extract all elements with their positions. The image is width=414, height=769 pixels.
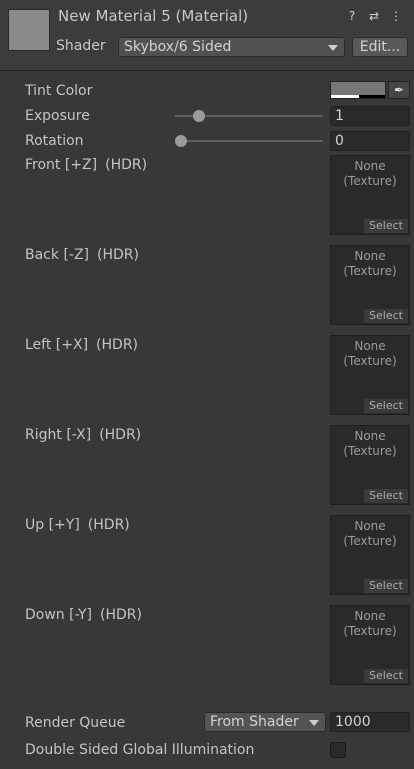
- shader-dropdown[interactable]: Skybox/6 Sided: [118, 37, 345, 57]
- chevron-down-icon: [309, 720, 319, 726]
- texture-name: Front [+Z]: [25, 157, 98, 173]
- double-sided-gi-label: Double Sided Global Illumination: [25, 742, 255, 758]
- tint-alpha-bar-black: [359, 95, 385, 98]
- material-header: New Material 5 (Material) ? ⇄ ⋮ Shader S…: [0, 0, 414, 71]
- texture-slot-front[interactable]: None (Texture) Select: [330, 155, 410, 235]
- texture-name: Down [-Y]: [25, 607, 92, 623]
- texture-name: Back [-Z]: [25, 247, 90, 263]
- texture-slot-down[interactable]: None (Texture) Select: [330, 605, 410, 685]
- texture-slot-right[interactable]: None (Texture) Select: [330, 425, 410, 505]
- texture-none-text: None (Texture): [343, 429, 397, 458]
- texture-label-left: Left [+X] (HDR): [25, 337, 138, 353]
- render-queue-label: Render Queue: [25, 715, 126, 731]
- preset-icon[interactable]: ⇄: [368, 9, 380, 23]
- tint-color-label: Tint Color: [25, 83, 93, 99]
- texture-select-button[interactable]: Select: [364, 399, 408, 413]
- texture-select-button[interactable]: Select: [364, 309, 408, 323]
- texture-none-text: None (Texture): [343, 609, 397, 638]
- hdr-tag: (HDR): [87, 517, 130, 533]
- texture-none-text: None (Texture): [343, 339, 397, 368]
- eyedropper-icon[interactable]: ✒: [388, 81, 410, 99]
- rotation-slider-knob[interactable]: [175, 135, 187, 147]
- help-icon[interactable]: ?: [346, 9, 358, 23]
- texture-select-button[interactable]: Select: [364, 579, 408, 593]
- rotation-slider-track[interactable]: [175, 140, 323, 142]
- texture-name: Right [-X]: [25, 427, 92, 443]
- hdr-tag: (HDR): [99, 427, 142, 443]
- texture-select-button[interactable]: Select: [364, 489, 408, 503]
- exposure-field[interactable]: 1: [330, 106, 410, 126]
- exposure-slider-knob[interactable]: [193, 110, 205, 122]
- texture-name: Up [+Y]: [25, 517, 80, 533]
- edit-shader-button[interactable]: Edit...: [352, 37, 408, 57]
- exposure-label: Exposure: [25, 108, 90, 124]
- texture-label-down: Down [-Y] (HDR): [25, 607, 142, 623]
- material-title: New Material 5 (Material): [58, 7, 249, 25]
- texture-select-button[interactable]: Select: [364, 219, 408, 233]
- rotation-label: Rotation: [25, 133, 84, 149]
- shader-dropdown-value: Skybox/6 Sided: [124, 39, 232, 55]
- texture-label-up: Up [+Y] (HDR): [25, 517, 130, 533]
- hdr-tag: (HDR): [96, 337, 139, 353]
- texture-none-text: None (Texture): [343, 249, 397, 278]
- double-sided-gi-checkbox[interactable]: [330, 742, 346, 758]
- render-queue-field[interactable]: 1000: [330, 712, 410, 732]
- texture-label-right: Right [-X] (HDR): [25, 427, 141, 443]
- shader-label: Shader: [56, 38, 106, 54]
- material-preview-thumbnail[interactable]: [8, 9, 50, 51]
- header-icons: ? ⇄ ⋮: [346, 9, 402, 23]
- hdr-tag: (HDR): [100, 607, 142, 623]
- render-queue-mode: From Shader: [210, 714, 299, 730]
- hdr-tag: (HDR): [97, 247, 139, 263]
- tint-color-swatch[interactable]: [330, 81, 386, 99]
- texture-name: Left [+X]: [25, 337, 89, 353]
- texture-label-back: Back [-Z] (HDR): [25, 247, 139, 263]
- texture-select-button[interactable]: Select: [364, 669, 408, 683]
- texture-none-text: None (Texture): [343, 159, 397, 188]
- texture-slot-back[interactable]: None (Texture) Select: [330, 245, 410, 325]
- texture-slot-left[interactable]: None (Texture) Select: [330, 335, 410, 415]
- render-queue-dropdown[interactable]: From Shader: [204, 712, 326, 732]
- texture-label-front: Front [+Z] (HDR): [25, 157, 147, 173]
- rotation-field[interactable]: 0: [330, 131, 410, 151]
- tint-alpha-bar-white: [331, 95, 359, 98]
- texture-slot-up[interactable]: None (Texture) Select: [330, 515, 410, 595]
- texture-none-text: None (Texture): [343, 519, 397, 548]
- chevron-down-icon: [328, 45, 338, 51]
- menu-dots-icon[interactable]: ⋮: [390, 9, 402, 23]
- hdr-tag: (HDR): [105, 157, 148, 173]
